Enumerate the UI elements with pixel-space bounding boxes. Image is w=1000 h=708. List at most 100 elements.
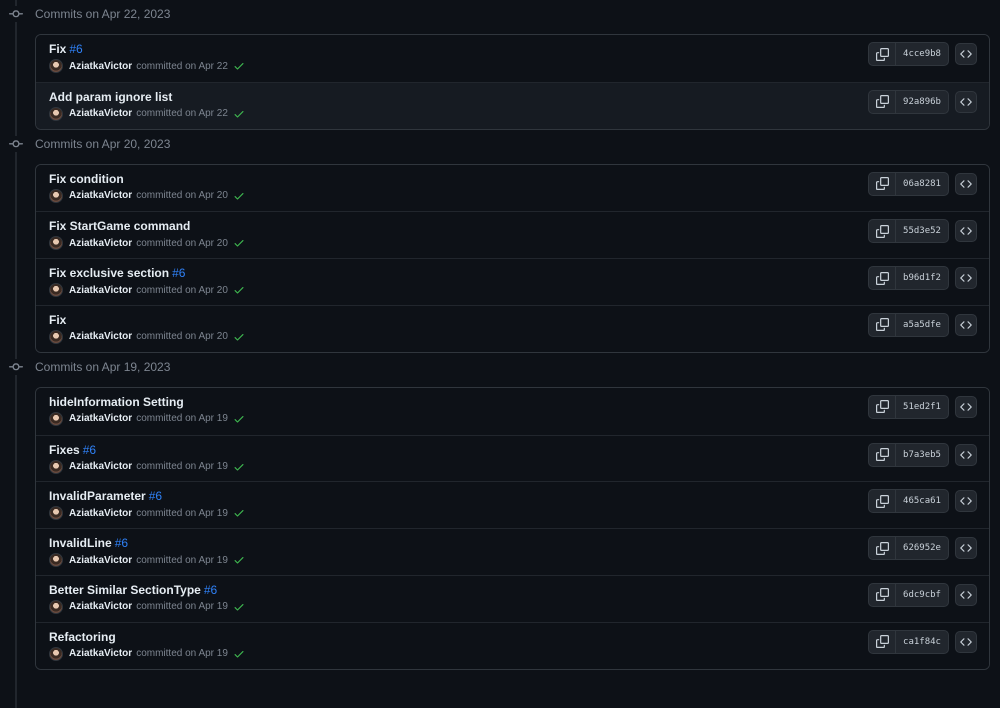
commit-title[interactable]: Fix condition — [49, 172, 127, 186]
commit-sha-link[interactable]: 6dc9cbf — [896, 584, 948, 606]
commit-author[interactable]: AziatkaVictor — [69, 413, 132, 424]
commit-author[interactable]: AziatkaVictor — [69, 190, 132, 201]
commit-row[interactable]: Add param ignore list AziatkaVictor comm… — [36, 81, 989, 129]
copy-sha-button[interactable] — [869, 630, 896, 653]
check-icon[interactable] — [233, 413, 245, 425]
commit-sha-link[interactable]: 55d3e52 — [896, 220, 948, 242]
commit-row[interactable]: Better Similar SectionType #6 AziatkaVict… — [36, 574, 989, 622]
commit-title[interactable]: Fixes #6 — [49, 443, 96, 457]
avatar[interactable] — [49, 283, 63, 298]
copy-sha-button[interactable] — [869, 220, 896, 243]
commit-title[interactable]: Refactoring — [49, 630, 119, 644]
commit-row[interactable]: Fix exclusive section #6 AziatkaVictor co… — [36, 258, 989, 305]
commit-row[interactable]: Fix StartGame command AziatkaVictor comm… — [36, 211, 989, 259]
commit-message[interactable]: Fix condition — [49, 172, 124, 186]
commit-message[interactable]: Fix — [49, 313, 66, 327]
commit-sha-link[interactable]: ca1f84c — [896, 631, 948, 653]
commit-title[interactable]: Fix #6 — [49, 42, 83, 56]
check-icon[interactable] — [233, 237, 245, 249]
commit-author[interactable]: AziatkaVictor — [69, 61, 132, 72]
avatar[interactable] — [49, 59, 63, 73]
browse-repo-button[interactable] — [955, 490, 977, 513]
commit-row[interactable]: hideInformation Setting AziatkaVictor co… — [36, 387, 989, 435]
avatar[interactable] — [49, 411, 63, 426]
commit-sha-link[interactable]: b7a3eb5 — [896, 444, 948, 466]
issue-link[interactable]: #6 — [172, 266, 185, 280]
copy-sha-button[interactable] — [869, 172, 896, 195]
commit-row[interactable]: Fixes #6 AziatkaVictor committed on Apr 1… — [36, 434, 989, 482]
commit-message[interactable]: Fix — [49, 42, 66, 56]
commit-author[interactable]: AziatkaVictor — [69, 648, 132, 659]
avatar[interactable] — [49, 646, 63, 661]
browse-repo-button[interactable] — [955, 630, 977, 653]
check-icon[interactable] — [233, 648, 245, 660]
commit-author[interactable]: AziatkaVictor — [69, 555, 132, 566]
copy-sha-button[interactable] — [869, 43, 896, 65]
issue-link[interactable]: #6 — [83, 443, 96, 457]
avatar[interactable] — [49, 236, 63, 251]
commit-title[interactable]: Fix exclusive section #6 — [49, 266, 185, 280]
browse-repo-button[interactable] — [955, 90, 977, 113]
browse-repo-button[interactable] — [955, 267, 977, 290]
avatar[interactable] — [49, 459, 63, 474]
avatar[interactable] — [49, 188, 63, 203]
commit-message[interactable]: Fix StartGame command — [49, 219, 190, 233]
commit-sha-link[interactable]: a5a5dfe — [896, 314, 948, 336]
check-icon[interactable] — [233, 554, 245, 566]
commit-sha-link[interactable]: 06a8281 — [896, 173, 948, 195]
commit-author[interactable]: AziatkaVictor — [69, 108, 132, 119]
check-icon[interactable] — [233, 331, 245, 343]
browse-repo-button[interactable] — [955, 313, 977, 336]
avatar[interactable] — [49, 329, 63, 344]
commit-sha-link[interactable]: 4cce9b8 — [896, 43, 948, 65]
commit-message[interactable]: Better Similar SectionType — [49, 583, 201, 597]
commit-message[interactable]: Add param ignore list — [49, 90, 172, 104]
commit-title[interactable]: hideInformation Setting — [49, 395, 187, 409]
commit-author[interactable]: AziatkaVictor — [69, 461, 132, 472]
commit-message[interactable]: Refactoring — [49, 630, 116, 644]
check-icon[interactable] — [233, 60, 245, 72]
avatar[interactable] — [49, 506, 63, 521]
avatar[interactable] — [49, 599, 63, 614]
commit-message[interactable]: Fix exclusive section — [49, 266, 169, 280]
commit-row[interactable]: Fix AziatkaVictor committed on Apr 20 a5… — [36, 304, 989, 352]
issue-link[interactable]: #6 — [69, 42, 82, 56]
commit-row[interactable]: InvalidLine #6 AziatkaVictor committed on… — [36, 528, 989, 575]
browse-repo-button[interactable] — [955, 583, 977, 606]
commit-sha-link[interactable]: 51ed2f1 — [896, 396, 948, 418]
commit-sha-link[interactable]: 465ca61 — [896, 490, 948, 512]
copy-sha-button[interactable] — [869, 267, 896, 290]
issue-link[interactable]: #6 — [149, 489, 162, 503]
commit-author[interactable]: AziatkaVictor — [69, 238, 132, 249]
commit-title[interactable]: Better Similar SectionType #6 — [49, 583, 217, 597]
browse-repo-button[interactable] — [955, 220, 977, 243]
copy-sha-button[interactable] — [869, 395, 896, 418]
commit-title[interactable]: Fix — [49, 313, 69, 327]
commit-message[interactable]: hideInformation Setting — [49, 395, 184, 409]
copy-sha-button[interactable] — [869, 583, 896, 606]
commit-message[interactable]: InvalidParameter — [49, 489, 146, 503]
commit-sha-link[interactable]: b96d1f2 — [896, 267, 948, 289]
browse-repo-button[interactable] — [955, 395, 977, 418]
browse-repo-button[interactable] — [955, 43, 977, 65]
check-icon[interactable] — [233, 284, 245, 296]
commit-title[interactable]: InvalidLine #6 — [49, 536, 128, 550]
check-icon[interactable] — [233, 461, 245, 473]
browse-repo-button[interactable] — [955, 537, 977, 560]
commit-sha-link[interactable]: 626952e — [896, 537, 948, 559]
copy-sha-button[interactable] — [869, 537, 896, 560]
browse-repo-button[interactable] — [955, 172, 977, 195]
commit-author[interactable]: AziatkaVictor — [69, 508, 132, 519]
commit-row[interactable]: InvalidParameter #6 AziatkaVictor committ… — [36, 481, 989, 529]
check-icon[interactable] — [233, 507, 245, 519]
copy-sha-button[interactable] — [869, 443, 896, 466]
copy-sha-button[interactable] — [869, 490, 896, 513]
avatar[interactable] — [49, 553, 63, 568]
copy-sha-button[interactable] — [869, 313, 896, 336]
commit-author[interactable]: AziatkaVictor — [69, 331, 132, 342]
avatar[interactable] — [49, 106, 63, 121]
commit-author[interactable]: AziatkaVictor — [69, 601, 132, 612]
commit-title[interactable]: Add param ignore list — [49, 90, 175, 104]
copy-sha-button[interactable] — [869, 90, 896, 113]
commit-row[interactable]: Fix condition AziatkaVictor committed on… — [36, 164, 989, 212]
